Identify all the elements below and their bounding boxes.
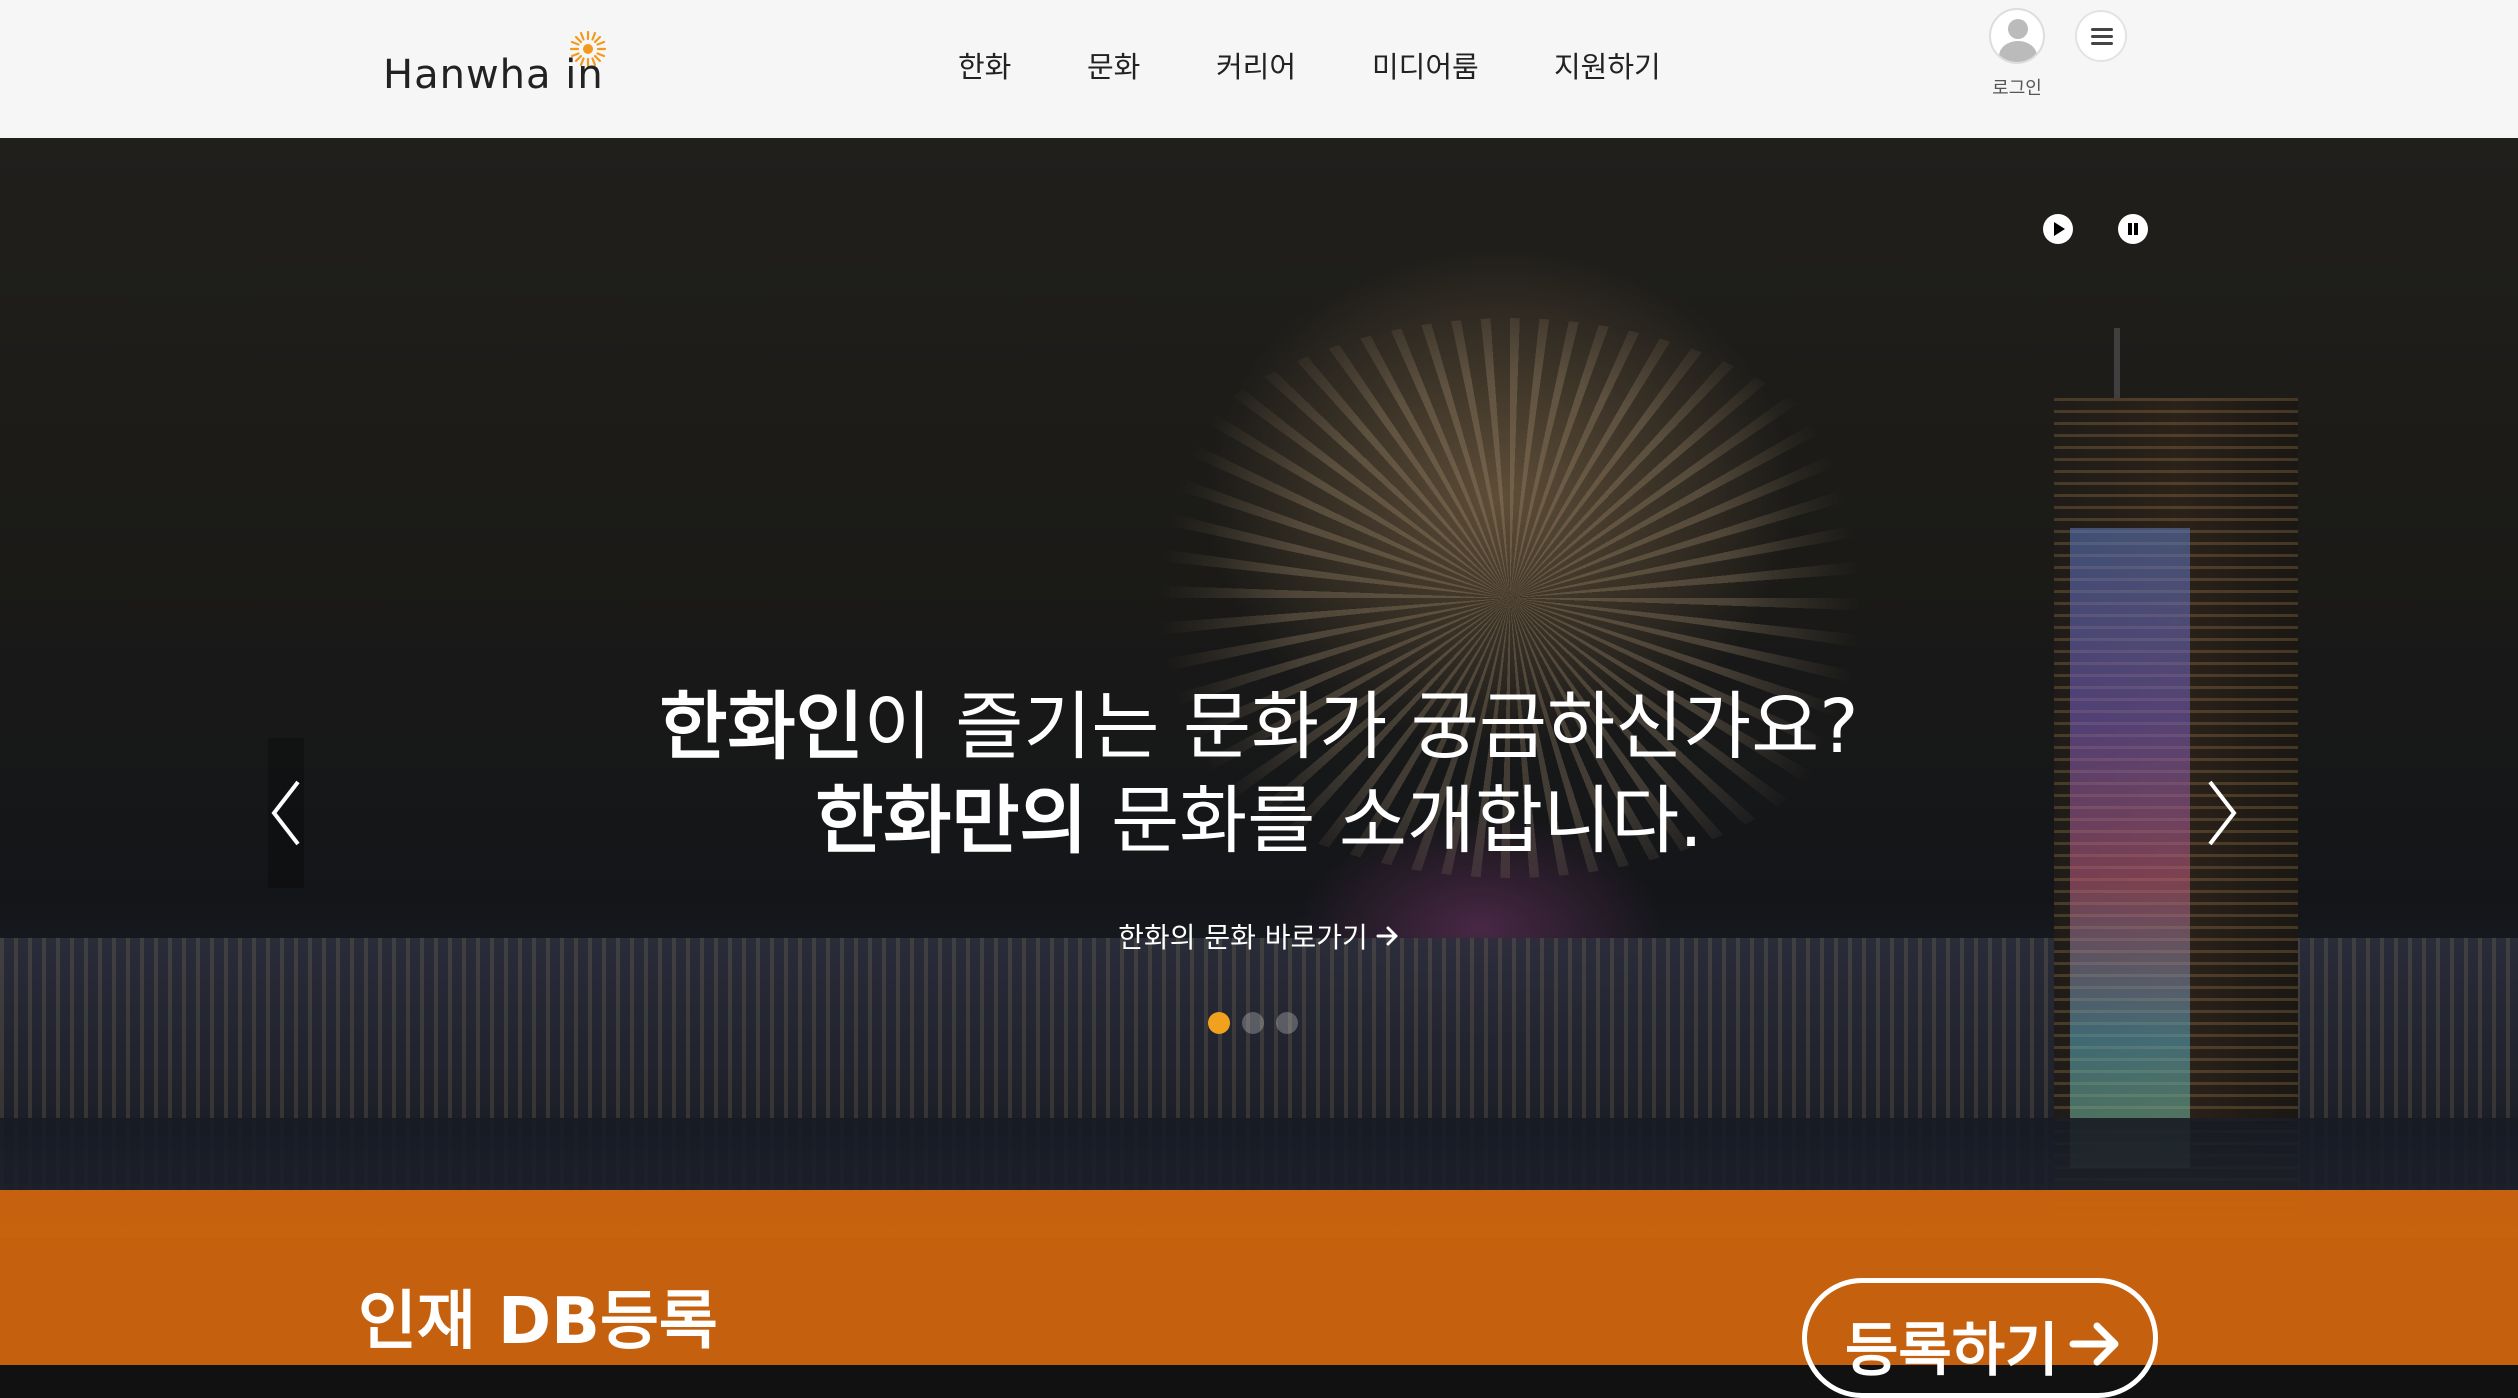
nav-item-apply[interactable]: 지원하기 [1554, 44, 1661, 86]
hero-headline-line2: 한화만의 문화를 소개합니다. [0, 784, 2518, 858]
carousel-prev-button[interactable] [268, 738, 304, 888]
carousel-pause-icon[interactable] [2118, 214, 2148, 244]
carousel-dot[interactable] [1276, 1012, 1298, 1034]
arrow-right-icon [1376, 926, 1398, 946]
talent-db-title: 인재 DB등록 [358, 1285, 718, 1359]
site-header: Hanwha in 한화 문화 커리어 미디어룸 지원하기 로그인 [0, 0, 2518, 138]
register-button-label: 등록하기 [1845, 1316, 2059, 1384]
login-button[interactable]: 로그인 [1988, 8, 2046, 100]
hero-headline-line1-rest: 이 즐기는 문화가 궁금하신가요? [863, 684, 1859, 770]
nav-item-career[interactable]: 커리어 [1216, 44, 1296, 86]
nav-item-media-room[interactable]: 미디어룸 [1372, 44, 1479, 86]
register-button[interactable]: 등록하기 [1802, 1278, 2158, 1398]
culture-link-label: 한화의 문화 바로가기 [1118, 921, 1368, 954]
hero-headline-line1: 한화인이 즐기는 문화가 궁금하신가요? [0, 690, 2518, 764]
chevron-left-icon [271, 780, 300, 846]
culture-link[interactable]: 한화의 문화 바로가기 [0, 916, 2518, 956]
hero-carousel: 한화인이 즐기는 문화가 궁금하신가요? 한화만의 문화를 소개합니다. 한화의… [0, 138, 2518, 1365]
carousel-dot[interactable] [1208, 1012, 1230, 1034]
hero-headline-line1-bold: 한화인 [659, 684, 864, 770]
main-nav: 한화 문화 커리어 미디어룸 지원하기 [0, 44, 2518, 84]
carousel-next-button[interactable] [2204, 738, 2240, 888]
nav-item-culture[interactable]: 문화 [1087, 44, 1140, 86]
carousel-play-icon[interactable] [2043, 214, 2073, 244]
user-avatar-icon [1989, 8, 2045, 64]
nav-item-hanwha[interactable]: 한화 [958, 44, 1011, 86]
hero-headline-line2-bold: 한화만의 [815, 778, 1088, 864]
arrow-right-icon [2069, 1322, 2119, 1366]
hero-headline-line2-rest: 문화를 소개합니다. [1087, 778, 1703, 864]
hamburger-menu-button[interactable] [2075, 10, 2127, 62]
login-label: 로그인 [1992, 78, 2042, 99]
chevron-right-icon [2208, 780, 2237, 846]
carousel-dot[interactable] [1242, 1012, 1264, 1034]
talent-db-banner: 인재 DB등록 등록하기 [0, 1190, 2518, 1398]
